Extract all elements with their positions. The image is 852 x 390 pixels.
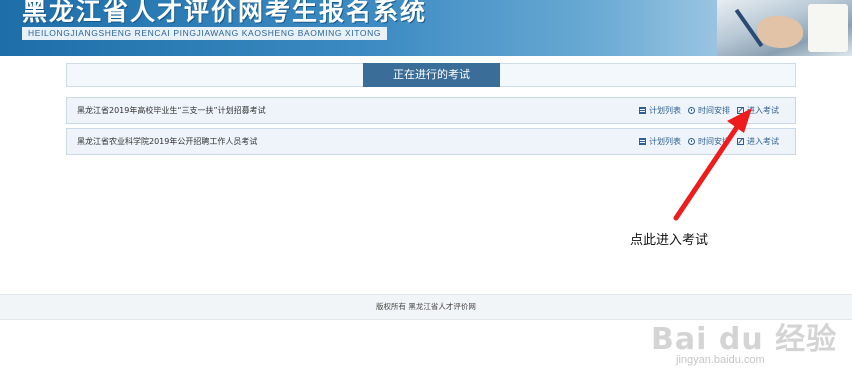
annotation-text: 点此进入考试 [630, 233, 709, 248]
baidu-jingyan-watermark-logo: Bai du 经验 [651, 322, 838, 357]
arrow-shaft [673, 124, 740, 221]
watermark-url: jingyan.baidu.com [676, 354, 765, 366]
copyright-text: 版权所有 黑龙江省人才评价网 [376, 302, 476, 311]
arrow-head [727, 108, 752, 133]
